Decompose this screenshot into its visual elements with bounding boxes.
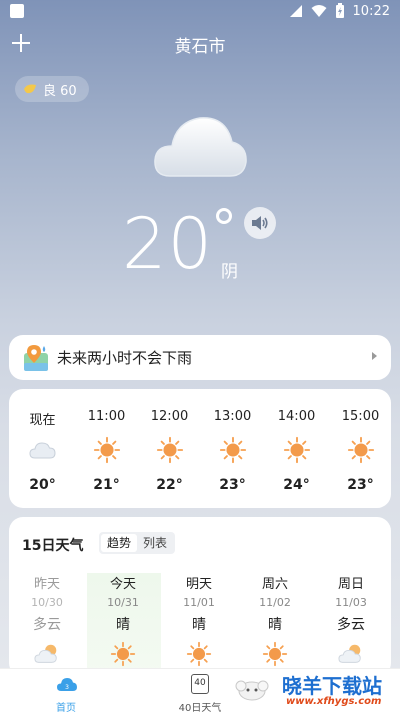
speaker-icon xyxy=(252,216,268,230)
day-condition: 晴 xyxy=(268,617,282,633)
day-name: 昨天 xyxy=(33,577,60,592)
sun-icon xyxy=(185,641,213,667)
hour-temp: 20° xyxy=(29,477,56,493)
battery-icon xyxy=(335,3,344,18)
app-notification-icon xyxy=(10,4,24,18)
leaf-icon xyxy=(24,84,36,94)
status-bar: 10:22 xyxy=(0,0,400,24)
watermark: 晓羊下载站 www.xfhygs.com xyxy=(280,670,398,710)
sun-icon xyxy=(155,436,185,464)
aqi-badge[interactable]: 良 60 xyxy=(15,76,89,102)
hour-time: 现在 xyxy=(29,413,56,428)
hour-temp: 23° xyxy=(347,477,374,493)
day-name: 明天 xyxy=(185,577,212,592)
watermark-title: 晓羊下载站 xyxy=(282,674,382,698)
current-condition: 阴 xyxy=(221,262,238,282)
day-date: 10/30 xyxy=(31,596,63,609)
nav-home-label: 首页 xyxy=(56,703,76,712)
day-condition: 晴 xyxy=(116,617,130,633)
tab-trend[interactable]: 趋势 xyxy=(101,534,138,552)
sun-icon xyxy=(218,436,248,464)
day-date: 11/02 xyxy=(259,596,291,609)
clock: 10:22 xyxy=(352,3,390,19)
fifteen-day-forecast[interactable]: 15日天气 趋势 列表 昨天 10/30 多云 今天 10/31 晴 明天 11… xyxy=(9,517,391,677)
sun-icon xyxy=(92,436,122,464)
hour-time: 15:00 xyxy=(341,409,380,424)
city-title[interactable]: 黄石市 xyxy=(0,32,400,57)
tab-list[interactable]: 列表 xyxy=(137,534,173,552)
hour-time: 11:00 xyxy=(87,409,126,424)
day-date: 10/31 xyxy=(107,596,139,609)
section-title: 15日天气 xyxy=(22,538,84,554)
sun-icon xyxy=(282,436,312,464)
day-condition: 多云 xyxy=(337,617,365,633)
view-toggle[interactable]: 趋势 列表 xyxy=(99,532,176,554)
day-condition: 晴 xyxy=(192,617,206,633)
voice-broadcast-button[interactable] xyxy=(244,207,276,239)
svg-text:3: 3 xyxy=(65,684,69,691)
current-temperature: 20 xyxy=(122,203,214,285)
partly-cloudy-icon xyxy=(337,641,365,667)
home-cloud-icon: 3 xyxy=(57,678,77,691)
hour-time: 12:00 xyxy=(150,409,189,424)
hour-temp: 21° xyxy=(93,477,120,493)
rain-forecast-text: 未来两小时不会下雨 xyxy=(57,349,193,367)
day-name: 周六 xyxy=(261,577,288,592)
watermark-url: www.xfhygs.com xyxy=(286,696,382,707)
status-bar-right: 10:22 xyxy=(289,3,390,19)
calendar-40-icon: 40 xyxy=(191,674,209,694)
day-condition: 多云 xyxy=(33,617,61,633)
nav-40-day-label: 40日天气 xyxy=(178,703,222,712)
map-pin-icon xyxy=(24,344,48,371)
chevron-right-icon xyxy=(372,352,377,360)
hourly-forecast[interactable]: 现在 20° 11:00 21° 12:00 22° 13:00 23° 14:… xyxy=(9,389,391,508)
wifi-icon xyxy=(311,5,327,17)
cloud-icon xyxy=(28,436,58,464)
sun-icon xyxy=(109,641,137,667)
sheep-logo-icon xyxy=(235,680,269,701)
hour-time: 14:00 xyxy=(277,409,316,424)
day-name: 周日 xyxy=(337,577,364,592)
hour-temp: 22° xyxy=(156,477,183,493)
partly-cloudy-icon xyxy=(33,641,61,667)
hour-time: 13:00 xyxy=(213,409,252,424)
sun-icon xyxy=(261,641,289,667)
day-name: 今天 xyxy=(109,577,136,592)
aqi-label: 良 60 xyxy=(43,83,77,99)
cloud-icon xyxy=(154,117,247,177)
hour-temp: 24° xyxy=(283,477,310,493)
degree-symbol xyxy=(216,208,232,224)
header: 黄石市 xyxy=(0,28,400,60)
sun-icon xyxy=(346,436,376,464)
hour-temp: 23° xyxy=(219,477,246,493)
day-date: 11/03 xyxy=(335,596,367,609)
signal-icon xyxy=(289,5,302,17)
day-date: 11/01 xyxy=(183,596,215,609)
rain-forecast-banner[interactable]: 未来两小时不会下雨 xyxy=(9,335,391,380)
